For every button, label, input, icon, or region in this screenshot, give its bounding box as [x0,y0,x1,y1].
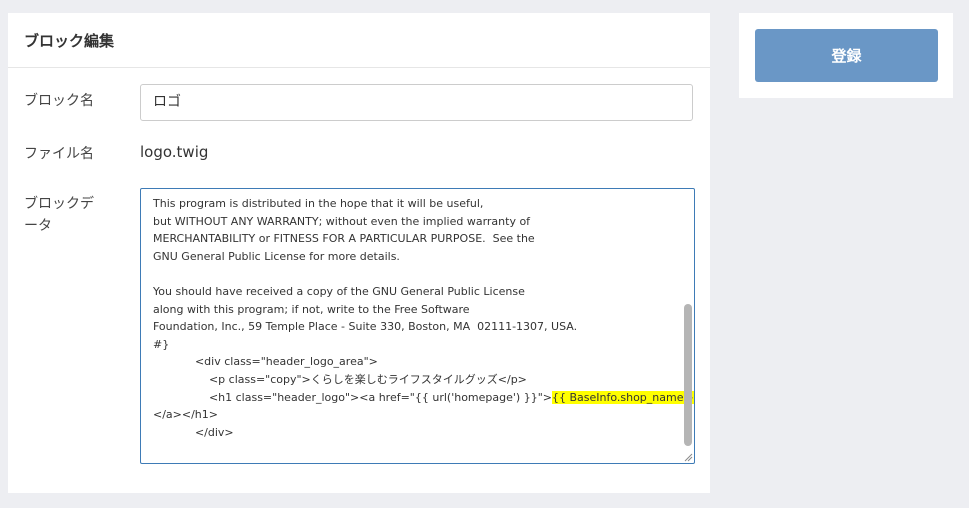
code-content: This program is distributed in the hope … [153,195,694,441]
register-button[interactable]: 登録 [755,29,938,82]
code-line: GNU General Public License for more deta… [153,249,400,263]
code-line: MERCHANTABILITY or FITNESS FOR A PARTICU… [153,232,535,246]
block-edit-card: ブロック編集 ブロック名 ロゴ ファイル名 logo.twig ブロックデ ータ… [8,13,710,493]
card-title: ブロック編集 [8,13,710,68]
code-highlight: {{ BaseInfo.shop_name }} [551,390,694,404]
code-line: </a></h1> [153,408,218,422]
code-line: along with this program; if not, write t… [153,302,470,316]
block-data-textarea[interactable]: This program is distributed in the hope … [140,188,695,464]
block-name-input[interactable]: ロゴ [140,84,693,121]
block-name-label: ブロック名 [24,93,94,109]
code-line: <h1 class="header_logo"><a href="{{ url(… [153,390,552,404]
code-line: <p class="copy">くらしを楽しむライフスタイルグッズ</p> [153,372,527,386]
code-line: This program is distributed in the hope … [153,197,484,210]
file-name-label: ファイル名 [24,146,94,162]
code-line: </div> [153,425,234,439]
action-card: 登録 [739,13,953,98]
code-line: #} [153,337,170,351]
code-line: <div class="header_logo_area"> [153,355,378,369]
code-line: Foundation, Inc., 59 Temple Place - Suit… [153,320,578,334]
block-data-label: ブロックデ ータ [24,193,94,237]
scrollbar-thumb[interactable] [684,304,692,446]
block-data-label-line2: ータ [24,218,52,234]
block-data-label-line1: ブロックデ [24,196,94,212]
resize-handle-icon[interactable] [683,452,693,462]
code-line: but WITHOUT ANY WARRANTY; without even t… [153,214,531,228]
code-line: You should have received a copy of the G… [153,284,525,298]
file-name-value: logo.twig [140,143,209,161]
